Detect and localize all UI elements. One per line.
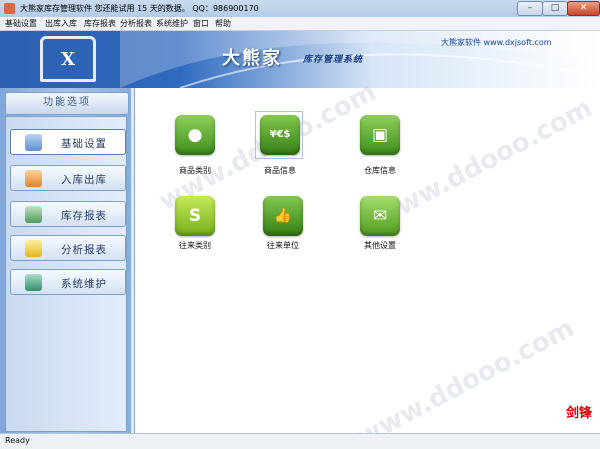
nav-label: 基础设置 <box>61 138 107 150</box>
network-icon <box>25 274 42 291</box>
corner-watermark: 剑锋 <box>566 406 593 421</box>
basket-icon[interactable]: ✉ <box>360 196 400 236</box>
tile-glyph: ¥€$ <box>269 129 291 140</box>
nav-label: 库存报表 <box>61 210 107 222</box>
website-text: 大熊家软件 www.dxjsoft.com <box>441 38 552 47</box>
nav-label: 系统维护 <box>61 278 107 290</box>
nav-inventory-report[interactable]: 库存报表 <box>10 201 126 227</box>
watermark: www.ddooo.com <box>352 313 580 449</box>
menu-inventory-report[interactable]: 库存报表 <box>84 18 116 29</box>
menu-stock-in-out[interactable]: 出库入库 <box>45 18 77 29</box>
brand-name: 大熊家 <box>222 48 282 69</box>
window-title: 大熊家库存管理软件 您还能试用 15 天的数据。 QQ：986900170 <box>20 4 259 13</box>
stack-icon <box>25 206 42 223</box>
tile-label[interactable]: 往来类别 <box>155 240 235 251</box>
watermark: www.ddooo.com <box>370 93 598 233</box>
sidebar-header: 功能选项 <box>5 92 129 115</box>
menu-window[interactable]: 窗口 <box>193 18 209 29</box>
tile-label[interactable]: 往来单位 <box>243 240 323 251</box>
nav-analysis-report[interactable]: 分析报表 <box>10 235 126 261</box>
app-logo: X <box>40 36 96 82</box>
box-icon <box>25 134 42 151</box>
nav-label: 入库出库 <box>61 174 107 186</box>
tile-label[interactable]: 仓库信息 <box>340 165 420 176</box>
nav-stock-in-out[interactable]: 入库出库 <box>10 165 126 191</box>
tile-glyph: ✉ <box>372 206 388 226</box>
chart-icon <box>25 240 42 257</box>
title-bar: 大熊家库存管理软件 您还能试用 15 天的数据。 QQ：986900170 – … <box>0 0 600 18</box>
menu-analysis-report[interactable]: 分析报表 <box>120 18 152 29</box>
barcode-icon[interactable]: S <box>175 196 215 236</box>
app-icon <box>4 3 15 14</box>
nav-basic-settings[interactable]: 基础设置 <box>10 129 126 155</box>
tile-glyph: ● <box>187 125 203 145</box>
nav-system-maintenance[interactable]: 系统维护 <box>10 269 126 295</box>
logo-letter: X <box>61 49 75 70</box>
menu-basic-settings[interactable]: 基础设置 <box>5 18 37 29</box>
thumbs-up-icon[interactable]: 👍 <box>263 196 303 236</box>
chat-bubble-icon[interactable]: ● <box>175 115 215 155</box>
minimize-button[interactable]: – <box>517 1 543 16</box>
status-bar: Ready <box>0 433 600 449</box>
tile-glyph: S <box>188 206 202 226</box>
maximize-button[interactable]: □ <box>542 1 568 16</box>
tile-glyph: 👍 <box>274 208 292 224</box>
menu-system-maintenance[interactable]: 系统维护 <box>156 18 188 29</box>
close-button[interactable]: ✕ <box>567 1 600 16</box>
tile-label[interactable]: 其他设置 <box>340 240 420 251</box>
tile-label[interactable]: 商品类别 <box>155 165 235 176</box>
currency-icon[interactable]: ¥€$ <box>260 115 300 155</box>
tile-glyph: ▣ <box>371 125 389 145</box>
nav-label: 分析报表 <box>61 244 107 256</box>
status-text: Ready <box>5 436 30 445</box>
app-window: 大熊家库存管理软件 您还能试用 15 天的数据。 QQ：986900170 – … <box>0 0 600 449</box>
menu-bar: 基础设置 出库入库 库存报表 分析报表 系统维护 窗口 帮助 <box>0 17 600 31</box>
rss-tablet-icon[interactable]: ▣ <box>360 115 400 155</box>
tile-label[interactable]: 商品信息 <box>240 165 320 176</box>
inbound-icon <box>25 170 42 187</box>
menu-help[interactable]: 帮助 <box>215 18 231 29</box>
brand-subtitle: 库存管理系统 <box>303 55 364 65</box>
